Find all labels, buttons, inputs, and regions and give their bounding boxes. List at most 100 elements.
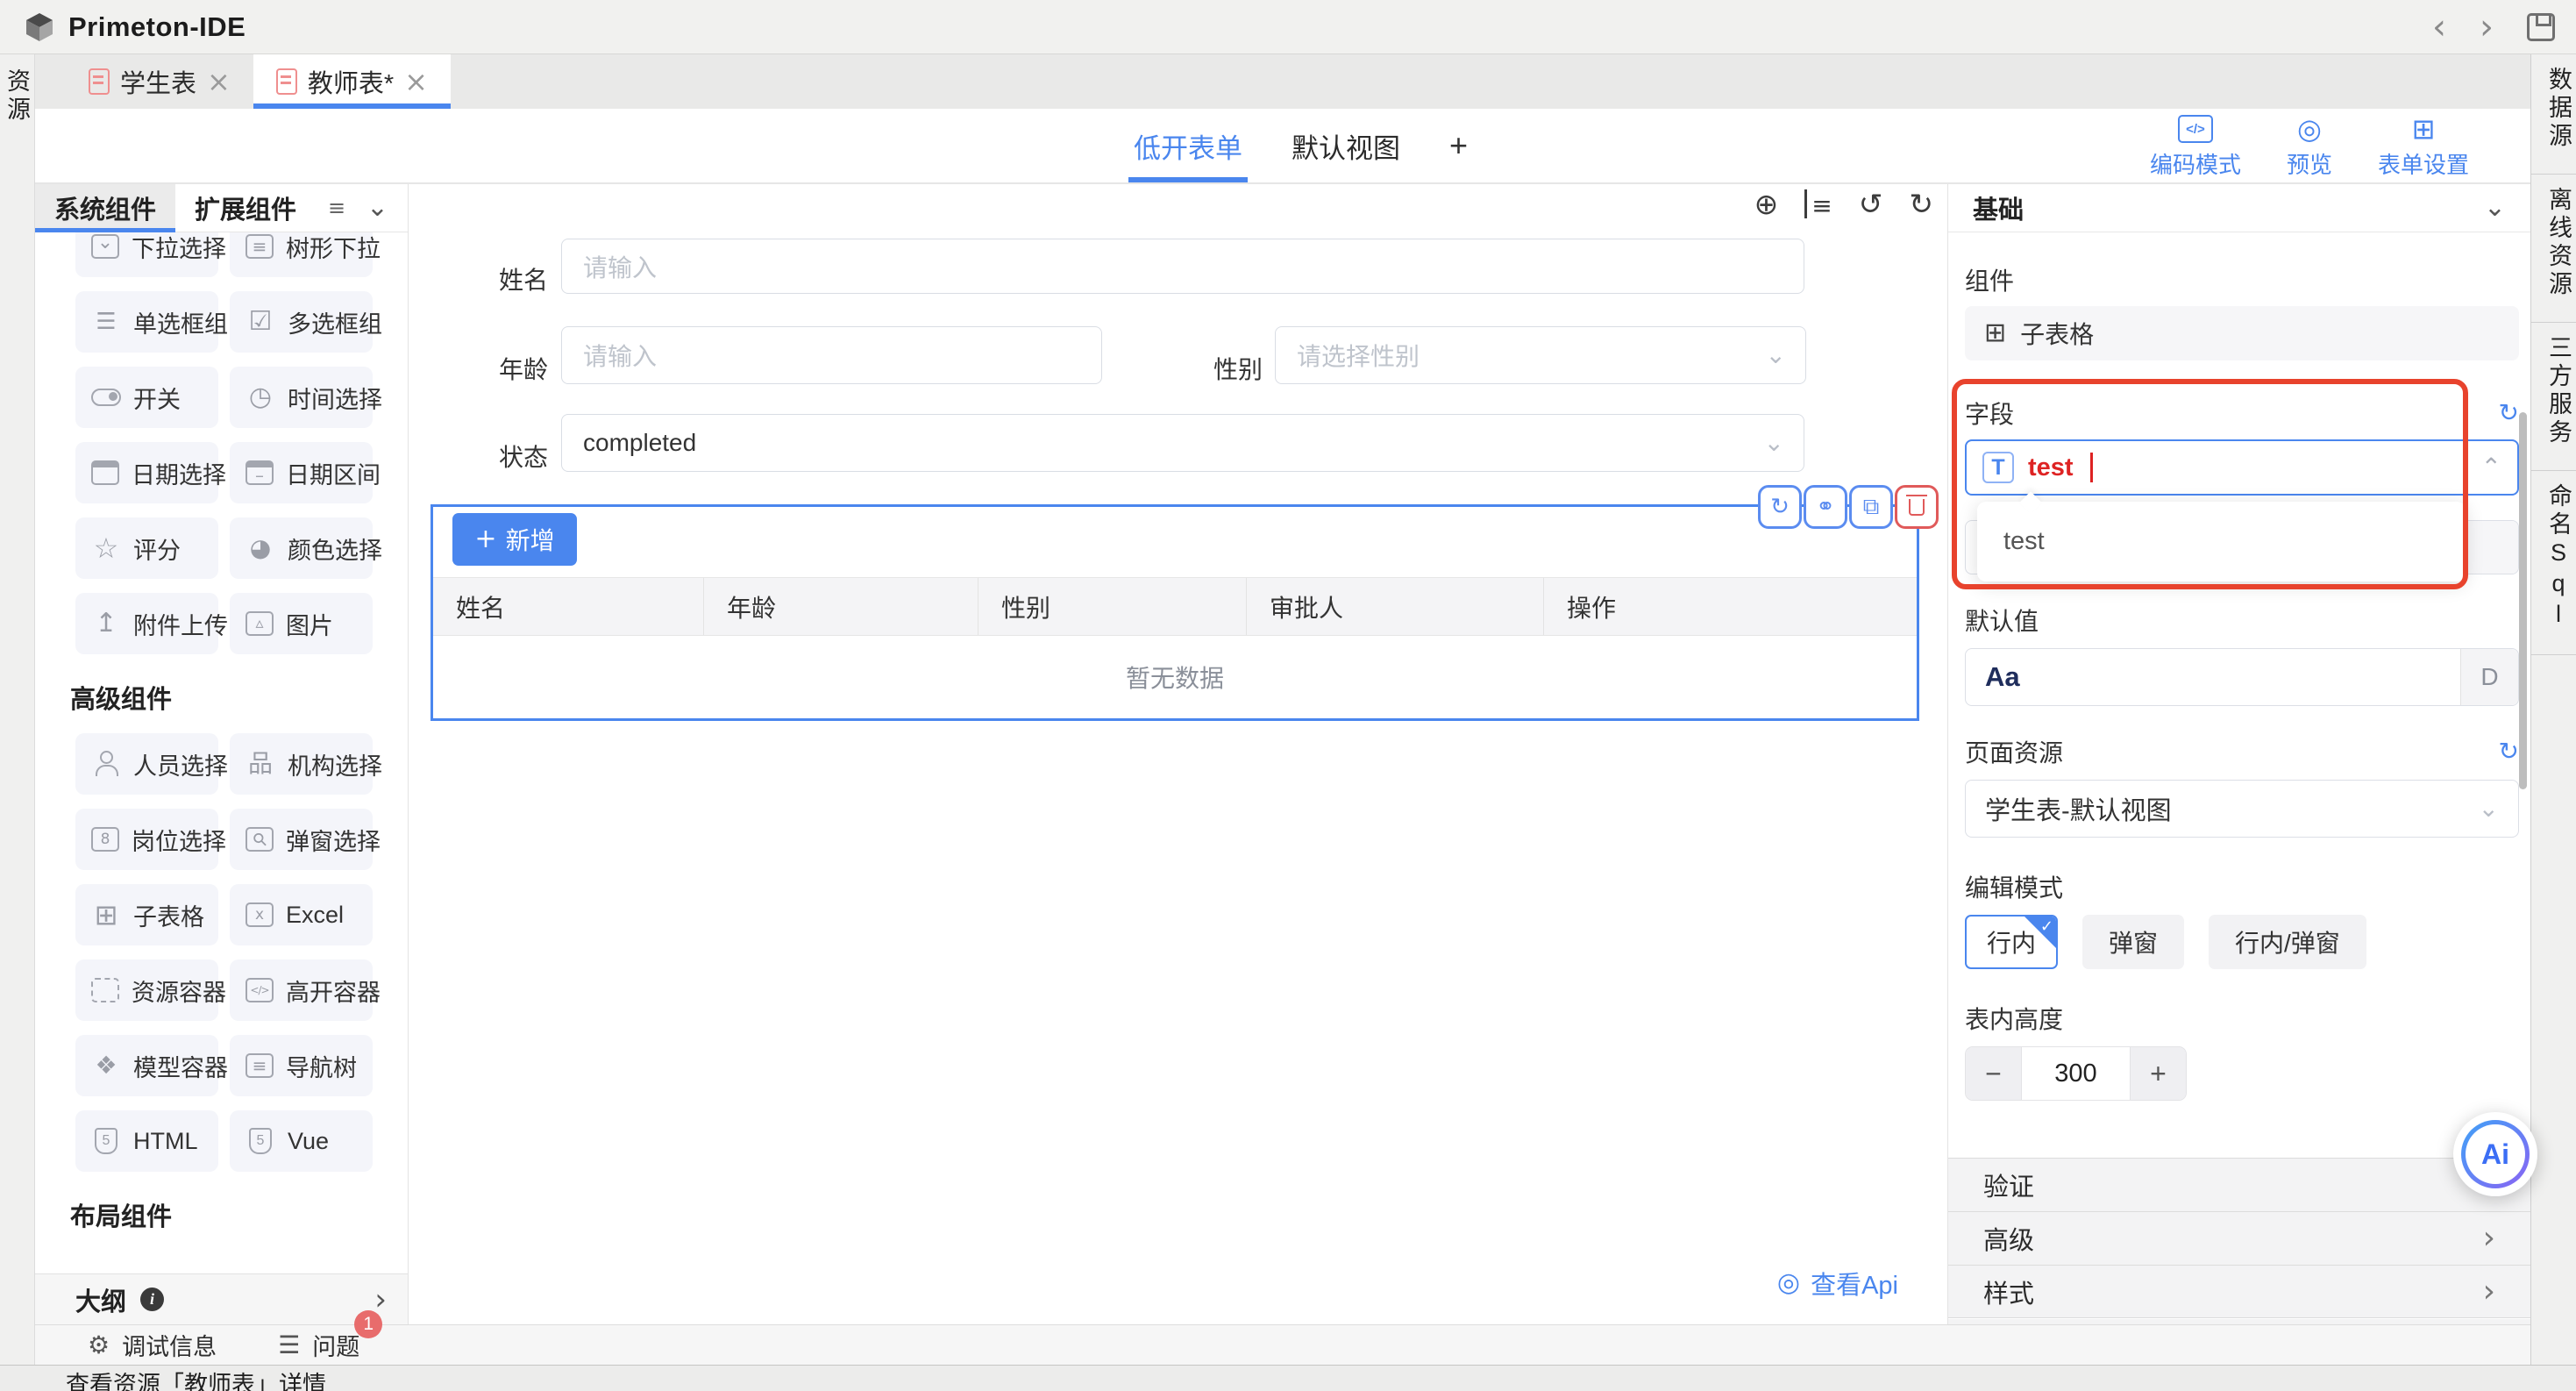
forward-icon[interactable]: ›	[2480, 10, 2494, 45]
info-icon: i	[140, 1288, 164, 1311]
palette-item-radio-group[interactable]: 单选框组	[75, 291, 218, 353]
image-icon	[246, 611, 274, 636]
problems-list-icon	[278, 1333, 300, 1358]
file-tab-label: 教师表*	[308, 63, 394, 100]
file-tab-student-table[interactable]: 学生表 ×	[66, 54, 253, 109]
palette-item-dropdown-select[interactable]: 下拉选择	[75, 232, 218, 277]
table-height-value[interactable]: 300	[2021, 1047, 2131, 1100]
refresh-fields-icon[interactable]	[2499, 401, 2519, 425]
chevron-right-icon	[2483, 1276, 2495, 1308]
palette-item-date-picker[interactable]: 日期选择	[75, 442, 218, 503]
undo-icon[interactable]	[1859, 189, 1883, 218]
default-value-input[interactable]: Aa D	[1965, 648, 2519, 706]
palette-item-rate[interactable]: 评分	[75, 517, 218, 579]
palette-item-date-range[interactable]: 日期区间	[230, 442, 373, 503]
right-rail: 数据源 离线资源 三方服务 命名Sql	[2530, 54, 2576, 1391]
back-icon[interactable]: ‹	[2432, 10, 2446, 45]
style-section-toggle[interactable]: 样式	[1948, 1265, 2530, 1318]
save-icon[interactable]	[2527, 13, 2555, 41]
resources-rail-tab[interactable]: 资源	[0, 68, 34, 125]
inspector-scrollbar[interactable]	[2519, 412, 2527, 789]
palette-item-procode-container[interactable]: 高开容器	[230, 959, 373, 1021]
trash-icon	[1909, 499, 1925, 516]
delete-component-button[interactable]	[1895, 485, 1939, 529]
palette-item-upload[interactable]: 附件上传	[75, 593, 218, 654]
dropdown-option-test[interactable]: test	[1977, 502, 2466, 581]
gender-field-label: 性别	[1210, 351, 1263, 386]
view-api-link[interactable]: 查看Api	[1777, 1265, 1898, 1302]
validation-section-toggle[interactable]: 验证	[1948, 1158, 2530, 1211]
status-select[interactable]: completed	[561, 414, 1804, 472]
date-range-icon	[246, 460, 274, 485]
chevron-down-icon[interactable]	[366, 195, 388, 221]
view-tab-lowcode-form[interactable]: 低开表单	[1134, 109, 1242, 182]
view-tab-default-view[interactable]: 默认视图	[1292, 109, 1400, 182]
ai-assistant-button[interactable]: Ai	[2453, 1112, 2537, 1196]
page-resource-select[interactable]: 学生表-默认视图	[1965, 780, 2519, 838]
palette-item-excel[interactable]: Excel	[230, 884, 373, 945]
palette-item-nav-tree[interactable]: 导航树	[230, 1035, 373, 1096]
code-mode-button[interactable]: </> 编码模式	[2150, 114, 2241, 180]
add-view-button[interactable]: +	[1449, 127, 1468, 164]
upload-icon	[91, 609, 121, 638]
edit-mode-dialog-button[interactable]: 弹窗	[2082, 915, 2184, 969]
dynamic-value-button[interactable]: D	[2460, 649, 2518, 705]
palette-item-sub-table[interactable]: 子表格	[75, 884, 218, 945]
palette-item-html[interactable]: 5HTML	[75, 1110, 218, 1172]
add-row-button[interactable]: + 新增	[452, 513, 577, 566]
column-header: 操作	[1544, 578, 1917, 635]
bind-component-button[interactable]	[1804, 485, 1847, 529]
i18n-globe-icon[interactable]	[1754, 189, 1779, 218]
preview-button[interactable]: 预览	[2287, 114, 2332, 180]
redo-icon[interactable]	[1909, 189, 1933, 218]
palette-item-dialog-select[interactable]: 弹窗选择	[230, 809, 373, 870]
palette-item-image[interactable]: 图片	[230, 593, 373, 654]
palette-item-vue[interactable]: 5Vue	[230, 1110, 373, 1172]
palette-item-post-select[interactable]: 岗位选择	[75, 809, 218, 870]
gender-select[interactable]: 请选择性别	[1275, 326, 1806, 384]
palette-item-time-picker[interactable]: 时间选择	[230, 367, 373, 428]
debug-info-button[interactable]: 调试信息	[88, 1328, 217, 1362]
close-icon[interactable]: ×	[404, 68, 428, 96]
palette-item-tree-select[interactable]: 树形下拉	[230, 232, 373, 277]
outline-section-toggle[interactable]: 大纲 i	[35, 1273, 408, 1324]
palette-item-model-container[interactable]: 模型容器	[75, 1035, 218, 1096]
table-height-label: 表内高度	[1965, 1001, 2519, 1036]
edit-mode-inline-dialog-button[interactable]: 行内/弹窗	[2209, 915, 2366, 969]
rate-star-icon	[91, 533, 121, 563]
tab-system-components[interactable]: 系统组件	[35, 184, 175, 232]
palette-item-checkbox-group[interactable]: 多选框组	[230, 291, 373, 353]
status-text: 查看资源「教师表」详情	[66, 1366, 326, 1391]
form-settings-button[interactable]: 表单设置	[2378, 114, 2469, 180]
copy-component-button[interactable]	[1849, 485, 1893, 529]
sync-component-button[interactable]	[1758, 485, 1802, 529]
rail-tab-offline-resource[interactable]: 离线资源	[2531, 175, 2576, 323]
palette-item-switch[interactable]: 开关	[75, 367, 218, 428]
palette-menu-icon[interactable]	[328, 197, 345, 218]
palette-item-color-picker[interactable]: 颜色选择	[230, 517, 373, 579]
tab-extension-components[interactable]: 扩展组件	[175, 184, 316, 232]
palette-item-user-select[interactable]: 人员选择	[75, 733, 218, 795]
palette-item-org-select[interactable]: 机构选择	[230, 733, 373, 795]
rail-tab-datasource[interactable]: 数据源	[2531, 54, 2576, 175]
name-input[interactable]: 请输入	[561, 239, 1804, 294]
file-tab-label: 学生表	[120, 63, 196, 100]
edit-mode-inline-button[interactable]: 行内	[1965, 915, 2058, 969]
advanced-section-toggle[interactable]: 高级	[1948, 1211, 2530, 1265]
problems-button[interactable]: 问题 1	[278, 1328, 359, 1362]
age-input[interactable]: 请输入	[561, 326, 1102, 384]
file-tab-teacher-table[interactable]: 教师表* ×	[253, 54, 451, 109]
subtable-component-selected[interactable]: + 新增 姓名 年龄 性别 审批人 操作 暂无数据	[431, 504, 1919, 721]
increment-button[interactable]: +	[2131, 1047, 2186, 1100]
outline-list-icon[interactable]	[1804, 189, 1832, 218]
palette-item-resource-container[interactable]: 资源容器	[75, 959, 218, 1021]
bottom-toolbar: 调试信息 问题 1	[35, 1324, 2530, 1365]
field-combobox[interactable]: T test	[1965, 439, 2519, 496]
inspector-header[interactable]: 基础	[1948, 184, 2530, 232]
rail-tab-third-party-service[interactable]: 三方服务	[2531, 323, 2576, 471]
close-icon[interactable]: ×	[207, 68, 231, 96]
rail-tab-named-sql[interactable]: 命名Sql	[2531, 471, 2576, 655]
decrement-button[interactable]: −	[1966, 1047, 2021, 1100]
refresh-resource-icon[interactable]	[2499, 739, 2519, 764]
radio-group-icon	[91, 307, 121, 337]
